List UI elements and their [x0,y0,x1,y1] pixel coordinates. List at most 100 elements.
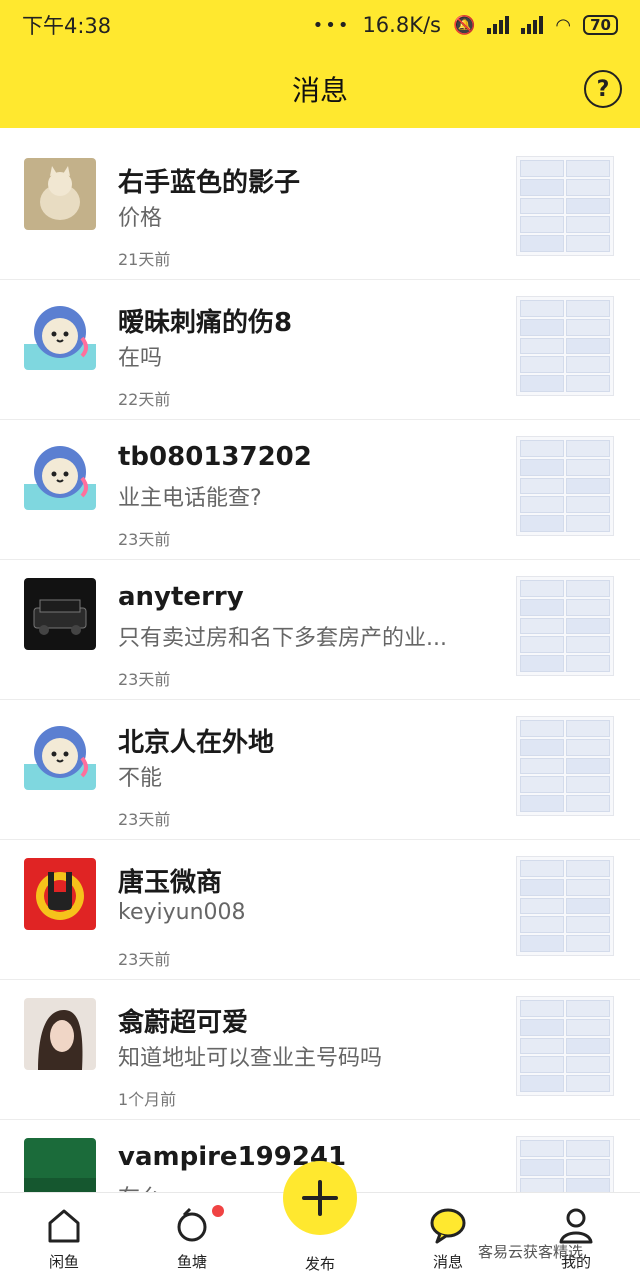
thumbnail-cell [566,916,610,934]
thumbnail-cell [566,458,610,476]
thumbnail-cell [566,776,610,794]
thumbnail-cell [566,738,610,756]
thumbnail-cell [566,197,610,215]
thumbnail-cell [566,375,610,392]
thumbnail-cell [566,300,610,317]
signal-icon-2 [521,16,544,34]
avatar[interactable] [24,578,96,650]
thumbnail-cell [520,935,564,952]
conversation-row[interactable]: 翕蔚超可爱 知道地址可以查业主号码吗 1个月前 [0,980,640,1120]
thumbnail-cell [566,235,610,252]
thumbnail-cell [520,1075,564,1092]
thumbnail-cell [566,515,610,532]
thumbnail-cell [566,1000,610,1017]
thumbnail-cell [520,720,564,737]
status-bar: 下午4:38 ••• 16.8K/s 🔕 ◠ 70 [0,0,640,50]
thumbnail-cell [520,738,564,756]
item-thumbnail[interactable] [516,856,614,956]
publish-button[interactable] [283,1161,357,1235]
network-speed: 16.8K/s [362,13,441,37]
thumbnail-cell [566,440,610,457]
nav-home[interactable]: 闲鱼 [24,1203,104,1272]
thumbnail-cell [520,757,564,775]
message-preview: 价格 [118,206,163,231]
avatar[interactable] [24,718,96,790]
signal-icon [487,16,510,34]
thumbnail-cell [520,356,564,374]
item-thumbnail[interactable] [516,436,614,536]
conversation-name: tb080137202 [118,442,312,472]
avatar[interactable] [24,298,96,370]
thumbnail-cell [520,178,564,196]
help-button[interactable]: ? [584,70,622,108]
question-icon: ? [596,76,610,102]
thumbnail-cell [520,1177,564,1192]
battery-indicator: 70 [583,15,618,35]
avatar[interactable] [24,158,96,230]
thumbnail-cell [566,860,610,877]
thumbnail-cell [520,160,564,177]
avatar[interactable] [24,1138,96,1192]
thumbnail-cell [520,795,564,812]
item-thumbnail[interactable] [516,576,614,676]
thumbnail-cell [566,757,610,775]
pond-ring-icon [177,1207,207,1242]
plus-icon [302,1180,338,1216]
nav-messages[interactable]: 消息 [408,1203,488,1272]
conversation-row[interactable]: 北京人在外地 不能 23天前 [0,700,640,840]
conversation-name: 暧昧刺痛的伤8 [118,308,293,338]
conversation-row[interactable]: 暧昧刺痛的伤8 在吗 22天前 [0,280,640,420]
thumbnail-cell [566,655,610,672]
pond-notification-dot [212,1205,224,1217]
message-time: 23天前 [118,670,171,689]
thumbnail-cell [566,935,610,952]
thumbnail-cell [520,1037,564,1055]
thumbnail-cell [566,636,610,654]
avatar[interactable] [24,858,96,930]
wifi-icon: ◠ [555,14,572,36]
thumbnail-cell [566,1177,610,1192]
conversation-row[interactable]: anyterry 只有卖过房和名下多套房产的业... 23天前 [0,560,640,700]
item-thumbnail[interactable] [516,716,614,816]
thumbnail-cell [566,337,610,355]
message-time: 23天前 [118,810,171,829]
avatar[interactable] [24,998,96,1070]
avatar[interactable] [24,438,96,510]
watermark-text: 客易云获客精选 [478,1243,584,1261]
thumbnail-cell [566,1075,610,1092]
thumbnail-cell [520,897,564,915]
conversation-name: anyterry [118,582,244,612]
thumbnail-cell [520,1140,564,1157]
chat-bubble-icon [430,1208,466,1244]
thumbnail-cell [566,1037,610,1055]
item-thumbnail[interactable] [516,296,614,396]
message-time: 23天前 [118,530,171,549]
message-preview: 只有卖过房和名下多套房产的业... [118,626,447,651]
thumbnail-cell [566,216,610,234]
item-thumbnail[interactable] [516,156,614,256]
thumbnail-cell [520,580,564,597]
mute-bell-icon: 🔕 [452,14,476,36]
item-thumbnail[interactable] [516,996,614,1096]
thumbnail-cell [520,617,564,635]
thumbnail-cell [566,795,610,812]
conversation-list: 右手蓝色的影子价格 21天前暧昧刺痛的伤8 在吗 22天前 tb080137202 业主电… [0,140,640,1192]
message-time: 23天前 [118,950,171,969]
conversation-name: 右手蓝色的影子 [118,168,301,198]
item-thumbnail[interactable] [516,1136,614,1192]
conversation-name: 翕蔚超可爱 [118,1008,249,1038]
conversation-row[interactable]: 唐玉微商 keyiyun008 23天前 [0,840,640,980]
conversation-row[interactable]: tb080137202 业主电话能查? 23天前 [0,420,640,560]
thumbnail-cell [566,160,610,177]
more-dots-icon: ••• [312,14,351,36]
thumbnail-cell [520,496,564,514]
thumbnail-cell [520,636,564,654]
thumbnail-cell [520,916,564,934]
thumbnail-cell [520,337,564,355]
thumbnail-cell [520,598,564,616]
conversation-row[interactable]: 右手蓝色的影子价格 21天前 [0,140,640,280]
thumbnail-cell [566,1018,610,1036]
thumbnail-cell [520,878,564,896]
message-time: 21天前 [118,250,171,269]
thumbnail-cell [520,375,564,392]
